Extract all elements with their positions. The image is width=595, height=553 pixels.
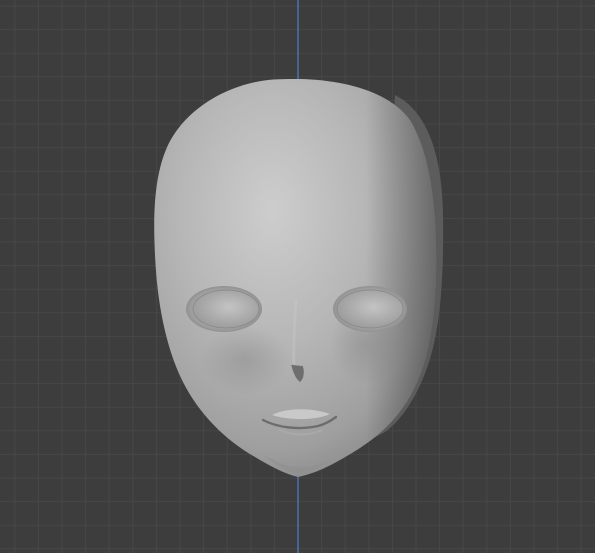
- left-cheek-shade: [200, 325, 290, 395]
- left-eye[interactable]: [192, 289, 260, 329]
- 3d-viewport[interactable]: [0, 0, 595, 553]
- viewport-canvas[interactable]: [0, 0, 595, 553]
- right-eye[interactable]: [336, 289, 404, 329]
- head-model[interactable]: [154, 79, 444, 477]
